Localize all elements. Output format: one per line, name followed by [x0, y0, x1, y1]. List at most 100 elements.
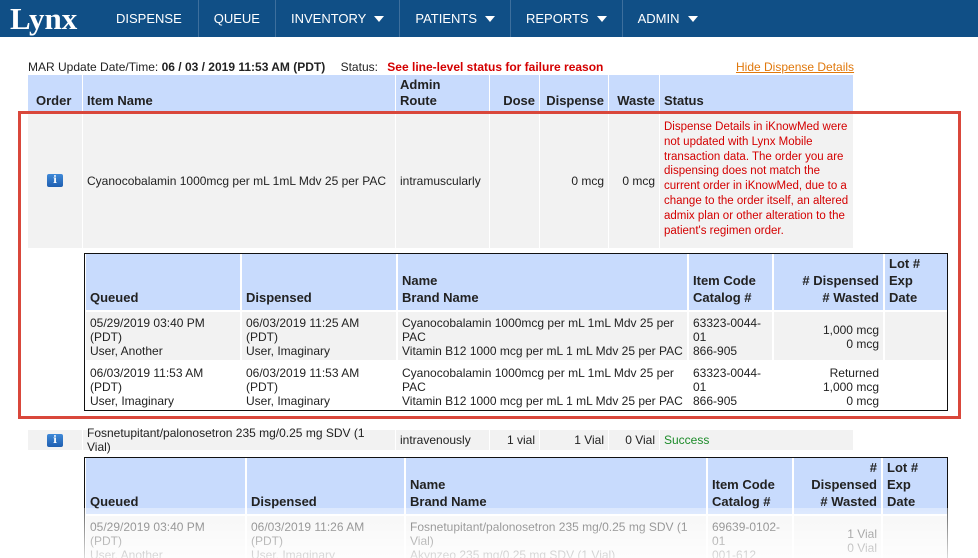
order-cell: i	[28, 430, 82, 450]
text: 63323-0044-	[693, 366, 762, 380]
detail-code: 69639-0102- 01 001-612	[708, 516, 792, 558]
sub-header-hash-label: #	[869, 460, 877, 475]
text: 1 Vial	[847, 527, 877, 541]
nav-dispense-label: DISPENSE	[116, 11, 182, 26]
sub-header-exp-label: Exp	[889, 273, 913, 288]
text: 06/03/2019 11:25 AM	[246, 316, 360, 330]
text: (PDT)	[246, 380, 278, 394]
text: 0 Vial	[847, 541, 877, 555]
order-cell: i	[28, 113, 82, 248]
text: (PDT)	[90, 380, 122, 394]
sub-header-lot: Lot # Exp Date	[885, 254, 947, 310]
text: 63323-0044-	[693, 316, 762, 330]
sub-header-item-code: Item Code Catalog #	[689, 254, 772, 310]
header-order: Order	[28, 75, 82, 111]
sub-header-dispensed: Dispensed	[242, 254, 396, 310]
sub-header-lot-label: Lot #	[889, 256, 921, 271]
nav-queue-label: QUEUE	[213, 11, 260, 26]
text: User, Imaginary	[246, 344, 331, 358]
text: 01	[712, 534, 726, 548]
order-row: i Cyanocobalamin 1000mcg per mL 1mL Mdv …	[28, 113, 853, 248]
nav-inventory-label: INVENTORY	[290, 11, 367, 26]
sub-header-item-code-label: Item Code	[693, 273, 756, 288]
text: 05/29/2019 03:40 PM	[90, 316, 205, 330]
text: Cyanocobalamin 1000mcg per mL 1mL Mdv 25…	[402, 366, 674, 380]
dose-cell: 1 vial	[490, 430, 539, 450]
sub-header-dispensed-word-label: Dispensed	[811, 477, 877, 492]
sub-header-wasted-qty-label: # Wasted	[820, 494, 877, 509]
nav-queue[interactable]: QUEUE	[199, 0, 275, 37]
text: PAC	[402, 330, 426, 344]
header-admin-label: Admin	[400, 77, 441, 92]
sub-header-item-code-label: Item Code	[712, 477, 775, 492]
nav-patients-label: PATIENTS	[415, 11, 477, 26]
nav-reports[interactable]: REPORTS	[511, 0, 622, 37]
status-cell-success: Success	[660, 430, 853, 450]
sub-header-dispensed-qty-label: # Dispensed	[802, 273, 879, 288]
sub-header-name-label: Name	[402, 273, 438, 288]
text: 01	[693, 330, 707, 344]
nav-admin[interactable]: ADMIN	[623, 0, 713, 37]
sub-header-dispensed-label: Dispensed	[251, 494, 317, 509]
top-nav: Lynx DISPENSE QUEUE INVENTORY PATIENTS R…	[0, 0, 978, 37]
text: 0 mcg	[846, 394, 879, 408]
text: (PDT)	[246, 330, 278, 344]
text: User, Another	[90, 548, 163, 558]
nav-inventory[interactable]: INVENTORY	[276, 0, 399, 37]
text: 05/29/2019 03:40 PM	[90, 520, 205, 534]
detail-queued: 06/03/2019 11:53 AM (PDT) User, Imaginar…	[86, 362, 240, 410]
item-name-cell: Cyanocobalamin 1000mcg per mL 1mL Mdv 25…	[83, 113, 395, 248]
header-route-label: Route	[400, 93, 437, 108]
sub-header-quantity: # Dispensed # Wasted	[774, 254, 883, 310]
sub-header-brand-label: Brand Name	[410, 494, 487, 509]
nav-dispense[interactable]: DISPENSE	[100, 0, 198, 37]
detail-qty: Returned 1,000 mcg 0 mcg	[774, 362, 883, 410]
text: User, Imaginary	[246, 394, 331, 408]
sub-header-name-label: Name	[410, 477, 446, 492]
sub-header-dispensed-label: Dispensed	[246, 290, 312, 305]
status-cell-error: Dispense Details in iKnowMed were not up…	[660, 113, 853, 248]
text: Vitamin B12 1000 mcg per mL 1 mL Mdv 25 …	[402, 394, 683, 408]
detail-dispensed: 06/03/2019 11:26 AM (PDT) User, Imaginar…	[247, 516, 404, 558]
text: Fosnetupitant/palonosetron 235 mg/0.25 m…	[410, 520, 688, 534]
chevron-down-icon	[485, 15, 495, 22]
header-item-name: Item Name	[83, 75, 395, 111]
hide-dispense-details-link[interactable]: Hide Dispense Details	[736, 60, 854, 74]
text: (PDT)	[90, 330, 122, 344]
nav-patients[interactable]: PATIENTS	[400, 0, 510, 37]
chevron-down-icon	[687, 15, 698, 22]
text: 06/03/2019 11:53 AM	[246, 366, 360, 380]
sub-header-name: Name Brand Name	[406, 458, 706, 514]
sub-header-date-label: Date	[889, 290, 918, 305]
header-admin-route: Admin Route	[396, 75, 489, 111]
info-icon[interactable]: i	[47, 174, 63, 187]
text: 1,000 mcg	[822, 380, 879, 394]
sub-header-name: Name Brand Name	[398, 254, 687, 310]
detail-dispensed: 06/03/2019 11:53 AM (PDT) User, Imaginar…	[242, 362, 396, 410]
detail-name: Cyanocobalamin 1000mcg per mL 1mL Mdv 25…	[398, 312, 687, 360]
text: 0 mcg	[846, 337, 879, 351]
lynx-logo[interactable]: Lynx	[0, 0, 100, 37]
dispense-cell: 1 Vial	[540, 430, 608, 450]
detail-queued: 05/29/2019 03:40 PM (PDT) User, Another	[86, 516, 245, 558]
text: 866-905	[693, 394, 738, 408]
text: Vitamin B12 1000 mcg per mL 1 mL Mdv 25 …	[402, 344, 683, 358]
text: 001-612	[712, 548, 757, 558]
text: PAC	[402, 380, 426, 394]
header-status: Status	[660, 75, 853, 111]
detail-lot	[885, 312, 947, 360]
sub-header-queued: Queued	[86, 458, 245, 514]
admin-route-cell: intravenously	[396, 430, 489, 450]
sub-header-dispensed: Dispensed	[247, 458, 404, 514]
detail-qty: 1 Vial 0 Vial	[794, 516, 881, 558]
status-label: Status:	[340, 60, 378, 74]
header-item-name-label: Item Name	[87, 93, 153, 108]
text: 69639-0102-	[712, 520, 781, 534]
dispense-details-table: Queued Dispensed Name Brand Name Item Co…	[84, 253, 948, 411]
mar-label: MAR Update Date/Time:	[28, 60, 159, 74]
mar-info-line: MAR Update Date/Time: 06 / 03 / 2019 11:…	[28, 60, 603, 74]
info-icon[interactable]: i	[47, 433, 63, 447]
text: 06/03/2019 11:53 AM	[90, 366, 204, 380]
header-dose-label: Dose	[503, 93, 535, 108]
item-name-cell: Fosnetupitant/palonosetron 235 mg/0.25 m…	[83, 426, 395, 454]
